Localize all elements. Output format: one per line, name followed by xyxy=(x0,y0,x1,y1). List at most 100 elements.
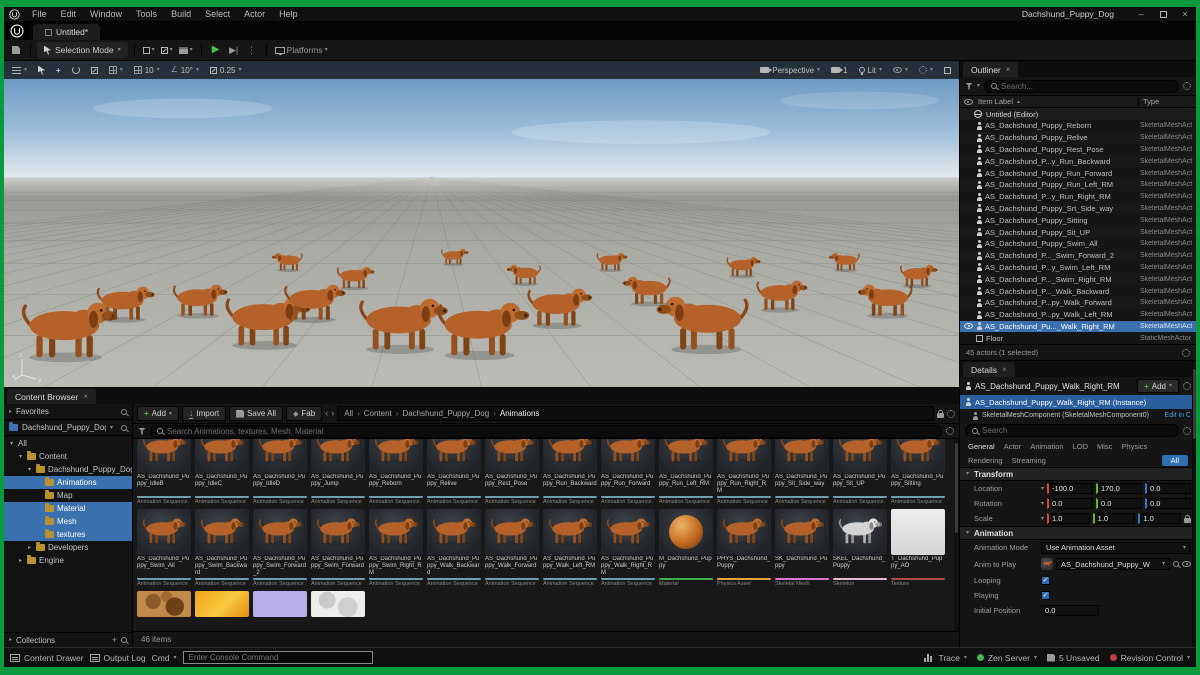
use-selected-icon[interactable] xyxy=(1182,561,1191,567)
texture-tile[interactable] xyxy=(195,591,249,617)
outliner-row[interactable]: AS_Dachshund_Pu..._Walk_Right_RM Skeletal… xyxy=(960,320,1196,333)
details-tab-animation[interactable]: Animation xyxy=(1030,442,1063,451)
item-label-column[interactable]: Item Label ▲ xyxy=(976,97,1138,106)
content-drawer-button[interactable]: Content Drawer xyxy=(10,653,84,663)
asset-tile[interactable]: AS_Dachshund_Puppy_Swim_Right_RM Animatio… xyxy=(369,509,423,587)
add-collection-icon[interactable]: + xyxy=(112,635,117,645)
asset-tile[interactable]: AS_Dachshund_Puppy_Run_Left_RM Animation … xyxy=(659,439,713,505)
save-all-button[interactable]: Save All xyxy=(229,406,283,421)
tree-item-content[interactable]: ▾ Content xyxy=(4,450,132,463)
animation-section-header[interactable]: ▾ Animation xyxy=(960,526,1196,540)
search-icon[interactable] xyxy=(121,424,127,431)
type-column[interactable]: Type xyxy=(1138,97,1196,106)
menu-item-build[interactable]: Build xyxy=(164,7,198,21)
details-tab-streaming[interactable]: Streaming xyxy=(1012,456,1046,465)
blueprints-button[interactable]: ▾ xyxy=(159,42,175,58)
history-back-button[interactable]: ‹ xyxy=(325,409,328,418)
asset-tile[interactable]: AS_Dachshund_Puppy_Rest_Pose Animation Se… xyxy=(485,439,539,505)
tree-item-animations[interactable]: Animations xyxy=(4,476,132,489)
asset-tile[interactable]: AS_Dachshund_Puppy_Run_Right_RM Animation… xyxy=(717,439,771,505)
tree-item-developers[interactable]: ▸ Developers xyxy=(4,541,132,554)
asset-tile[interactable]: AS_Dachshund_Puppy_Walk_Forward Animation… xyxy=(485,509,539,587)
breadcrumb-content[interactable]: Content xyxy=(364,409,392,418)
asset-tile[interactable]: AS_Dachshund_Puppy_IdleB Animation Sequen… xyxy=(137,439,191,505)
world-row[interactable]: Untitled (Editor) xyxy=(960,108,1196,120)
asset-tile[interactable]: AS_Dachshund_Puppy_IdleC Animation Sequen… xyxy=(195,439,249,505)
browse-to-asset-icon[interactable] xyxy=(1173,561,1179,567)
rotation-z-field[interactable]: 0.0 xyxy=(1145,498,1192,509)
outliner-search-input[interactable] xyxy=(1001,81,1172,91)
unreal-home-button[interactable] xyxy=(4,22,30,40)
play-button[interactable]: ▶ xyxy=(208,42,224,58)
close-icon[interactable]: × xyxy=(83,392,88,401)
visibility-column-icon[interactable] xyxy=(963,98,973,105)
all-filter-chip[interactable]: All xyxy=(1161,454,1188,466)
filter-funnel-icon[interactable] xyxy=(965,82,973,90)
details-tab-rendering[interactable]: Rendering xyxy=(968,456,1003,465)
console-command-box[interactable] xyxy=(182,651,373,664)
expander-icon[interactable]: ▸ xyxy=(26,544,33,551)
outliner-row[interactable]: AS_Dachshund_P...y_Swim_Left_RM SkeletalM… xyxy=(960,262,1196,274)
details-search-input[interactable] xyxy=(982,426,1172,435)
perspective-select[interactable]: Perspective ▾ xyxy=(756,63,824,78)
asset-tile[interactable]: AS_Dachshund_Puppy_Walk_Left_RM Animation… xyxy=(543,509,597,587)
favorites-section[interactable]: ▸ Favorites xyxy=(4,404,132,420)
search-icon[interactable] xyxy=(121,637,127,643)
show-flags-menu[interactable]: ▾ xyxy=(889,63,912,78)
outliner-row[interactable]: AS_Dachshund_Puppy_Sitting SkeletalMeshAc… xyxy=(960,214,1196,226)
anim-asset-select[interactable]: AS_Dachshund_Puppy_W ▾ xyxy=(1056,558,1170,570)
asset-tile[interactable]: AS_Dachshund_Puppy_Run_Backward Animation… xyxy=(543,439,597,505)
quick-add-button[interactable]: ▾ xyxy=(141,42,157,58)
editor-mode-select[interactable]: Selection Mode ▾ xyxy=(37,42,128,58)
outliner-row[interactable]: AS_Dachshund_Puppy_Sit_UP SkeletalMeshAct xyxy=(960,226,1196,238)
asset-tile[interactable]: AS_Dachshund_Puppy_Jump Animation Sequenc… xyxy=(311,439,365,505)
trace-menu[interactable]: Trace ▾ xyxy=(924,653,967,663)
outliner-row[interactable]: AS_Dachshund_P..._Walk_Backward SkeletalM… xyxy=(960,285,1196,297)
move-tool[interactable]: + xyxy=(52,63,65,78)
location-x-field[interactable]: -100.0 xyxy=(1047,483,1094,494)
play-options-button[interactable]: ⋮ xyxy=(244,42,260,58)
asset-tile[interactable]: SK_Dachshund_Puppy Skeletal Mesh xyxy=(775,509,829,587)
asset-tile[interactable]: AS_Dachshund_Puppy_Sitting Animation Sequ… xyxy=(891,439,945,505)
initial-position-field[interactable]: 0.0 xyxy=(1041,605,1099,616)
visibility-eye-icon[interactable] xyxy=(964,323,973,330)
breadcrumb-animations[interactable]: Animations xyxy=(500,409,540,418)
breadcrumb-dachshund_puppy_dog[interactable]: Dachshund_Puppy_Dog xyxy=(402,409,489,418)
outliner-row[interactable]: AS_Dachshund_P..._Swim_Forward_2 Skeletal… xyxy=(960,249,1196,262)
scale-snap-control[interactable]: 0.25 ▾ xyxy=(206,63,246,78)
details-tab-lod[interactable]: LOD xyxy=(1073,442,1088,451)
asset-tile[interactable]: AS_Dachshund_Puppy_Walk_Backward Animatio… xyxy=(427,509,481,587)
zen-server-menu[interactable]: Zen Server ▾ xyxy=(976,653,1037,663)
unsaved-button[interactable]: 5 Unsaved xyxy=(1046,653,1100,663)
menu-item-actor[interactable]: Actor xyxy=(237,7,272,21)
rotation-y-field[interactable]: 0.0 xyxy=(1096,498,1143,509)
instance-row[interactable]: AS_Dachshund_Puppy_Walk_Right_RM (Instan… xyxy=(960,395,1196,409)
content-browser-tab[interactable]: Content Browser × xyxy=(7,389,96,404)
maximize-button[interactable] xyxy=(1152,7,1174,21)
outliner-row[interactable]: AS_Dachshund_P...py_Walk_Forward Skeletal… xyxy=(960,296,1196,309)
asset-tile[interactable]: AS_Dachshund_Puppy_Relive Animation Seque… xyxy=(427,439,481,505)
transform-section-header[interactable]: ▾ Transform xyxy=(960,467,1196,481)
cinematics-button[interactable]: ▾ xyxy=(177,42,195,58)
close-button[interactable]: × xyxy=(1174,7,1196,21)
platforms-button[interactable]: Platforms ▾ xyxy=(273,42,330,58)
expander-icon[interactable]: ▸ xyxy=(17,557,24,564)
view-settings-icon[interactable] xyxy=(946,427,954,435)
asset-tile[interactable]: AS_Dachshund_Puppy_Swim_All Animation Seq… xyxy=(137,509,191,587)
tree-item-dachshund_puppy_dog[interactable]: ▾ Dachshund_Puppy_Dog xyxy=(4,463,132,476)
gear-icon[interactable] xyxy=(947,409,955,418)
details-tab-misc[interactable]: Misc xyxy=(1097,442,1112,451)
close-icon[interactable]: × xyxy=(1006,65,1011,74)
details-tab-actor[interactable]: Actor xyxy=(1004,442,1022,451)
asset-tile[interactable]: M_Dachshund_Puppy Material xyxy=(659,509,713,587)
asset-tile[interactable]: AS_Dachshund_Puppy_Swim_Forward_2 Animati… xyxy=(253,509,307,587)
menu-item-edit[interactable]: Edit xyxy=(54,7,84,21)
outliner-row[interactable]: AS_Dachshund_Puppy_Rest_Pose SkeletalMesh… xyxy=(960,144,1196,156)
outliner-row[interactable]: AS_Dachshund_P...y_Run_Backward SkeletalM… xyxy=(960,155,1196,168)
details-tab-general[interactable]: General xyxy=(968,442,995,451)
output-log-button[interactable]: Output Log xyxy=(89,653,146,663)
anim-asset-thumbnail[interactable] xyxy=(1041,558,1053,570)
tree-item-material[interactable]: Material xyxy=(4,502,132,515)
console-command-input[interactable] xyxy=(188,653,367,662)
playing-checkbox[interactable] xyxy=(1041,591,1050,600)
